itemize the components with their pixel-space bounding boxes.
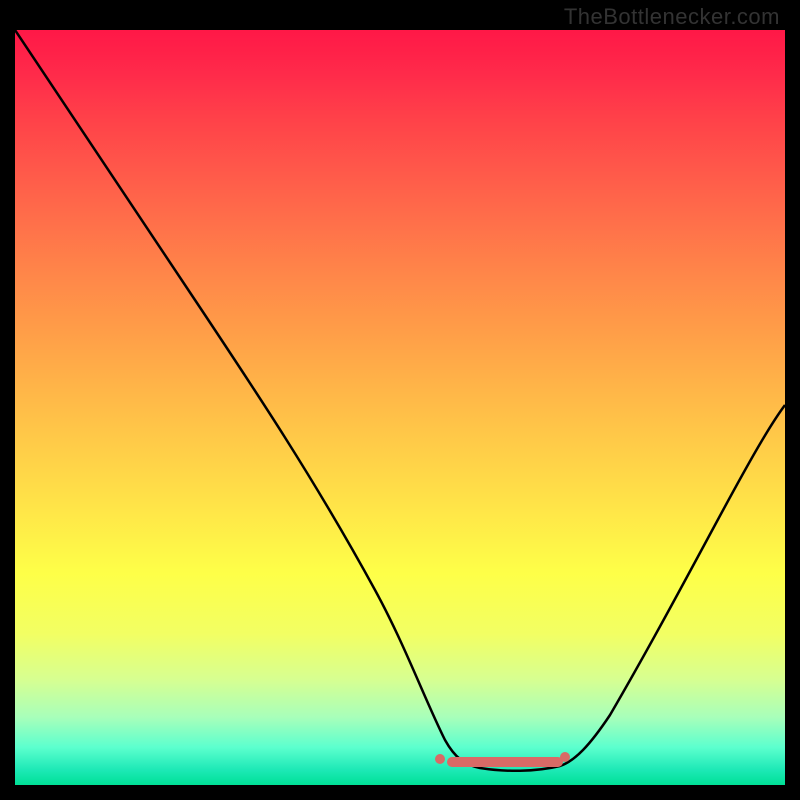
- optimal-range-end-dot: [560, 752, 570, 762]
- chart-line-svg: [15, 30, 785, 785]
- optimal-range-start-dot: [435, 754, 445, 764]
- attribution-text: TheBottlenecker.com: [564, 4, 780, 30]
- bottleneck-curve-path: [15, 30, 785, 771]
- optimal-range-bar: [447, 757, 563, 767]
- chart-plot-area: [15, 30, 785, 785]
